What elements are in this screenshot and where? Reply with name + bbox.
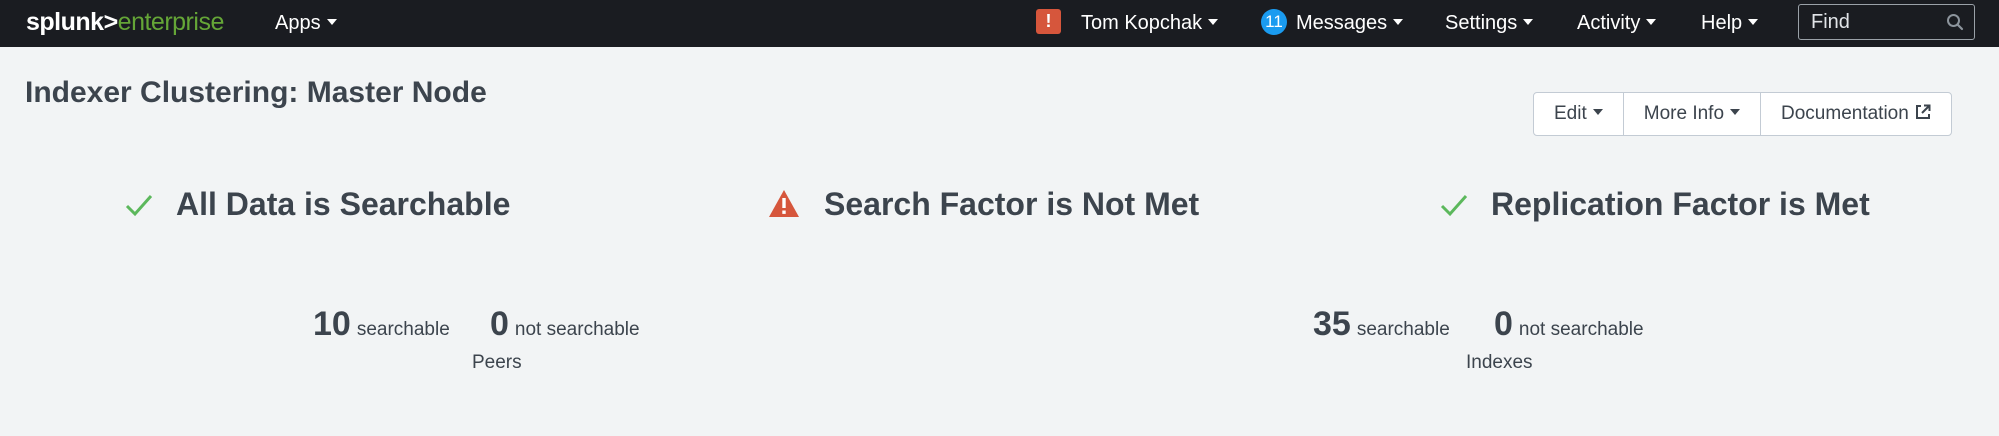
user-menu[interactable]: Tom Kopchak	[1081, 12, 1219, 35]
logo-splunk: splunk>	[26, 8, 118, 36]
find-box	[1798, 4, 1975, 40]
status-data-searchable-label: All Data is Searchable	[176, 186, 511, 222]
search-icon[interactable]	[1946, 13, 1964, 31]
status-search-factor: Search Factor is Not Met	[769, 186, 1200, 223]
user-menu-label: Tom Kopchak	[1081, 12, 1203, 34]
edit-button[interactable]: Edit	[1534, 93, 1624, 135]
apps-menu-label: Apps	[275, 12, 321, 34]
caret-down-icon	[1592, 109, 1603, 115]
peers-searchable: 10 searchable	[313, 305, 450, 344]
messages-count-badge[interactable]: 11	[1261, 9, 1287, 35]
checkmark-icon	[1440, 195, 1468, 217]
more-info-button[interactable]: More Info	[1624, 93, 1762, 135]
caret-down-icon	[1523, 19, 1534, 25]
indexes-searchable-label: searchable	[1356, 319, 1450, 340]
external-link-icon	[1915, 104, 1931, 119]
warning-icon	[769, 190, 799, 217]
indexes-searchable: 35 searchable	[1313, 305, 1450, 344]
status-replication-factor-label: Replication Factor is Met	[1491, 186, 1870, 222]
indexes-not-searchable-count: 0	[1494, 305, 1513, 343]
indexes-searchable-count: 35	[1313, 305, 1351, 343]
logo-enterprise: enterprise	[117, 8, 225, 36]
documentation-button[interactable]: Documentation	[1761, 93, 1951, 135]
splunk-logo[interactable]: splunk>enterprise	[26, 8, 224, 37]
activity-menu[interactable]: Activity	[1577, 12, 1657, 35]
caret-down-icon	[1393, 19, 1404, 25]
edit-button-label: Edit	[1554, 103, 1587, 124]
indexes-not-searchable: 0 not searchable	[1494, 305, 1644, 344]
top-navigation-bar: splunk>enterprise Apps ! Tom Kopchak 11 …	[0, 0, 1999, 47]
apps-menu[interactable]: Apps	[275, 12, 337, 35]
messages-menu-label: Messages	[1296, 12, 1388, 34]
messages-menu[interactable]: Messages	[1296, 12, 1404, 35]
indexes-not-searchable-label: not searchable	[1518, 319, 1644, 340]
status-replication-factor: Replication Factor is Met	[1440, 186, 1870, 223]
checkmark-icon	[125, 195, 153, 217]
caret-down-icon	[326, 19, 337, 25]
peers-searchable-label: searchable	[356, 319, 450, 340]
indexes-caption: Indexes	[1466, 352, 1533, 373]
settings-menu[interactable]: Settings	[1445, 12, 1534, 35]
peers-caption: Peers	[472, 352, 522, 373]
caret-down-icon	[1730, 109, 1741, 115]
peers-not-searchable: 0 not searchable	[490, 305, 640, 344]
page-actions: Edit More Info Documentation	[1533, 92, 1952, 136]
caret-down-icon	[1208, 19, 1219, 25]
peers-not-searchable-label: not searchable	[514, 319, 640, 340]
documentation-button-label: Documentation	[1781, 103, 1909, 124]
help-menu[interactable]: Help	[1701, 12, 1759, 35]
settings-menu-label: Settings	[1445, 12, 1518, 34]
activity-menu-label: Activity	[1577, 12, 1641, 34]
status-data-searchable: All Data is Searchable	[125, 186, 511, 223]
peers-searchable-count: 10	[313, 305, 351, 343]
caret-down-icon	[1646, 19, 1657, 25]
status-search-factor-label: Search Factor is Not Met	[824, 186, 1200, 222]
more-info-button-label: More Info	[1643, 103, 1725, 124]
peers-not-searchable-count: 0	[490, 305, 509, 343]
help-menu-label: Help	[1701, 12, 1743, 34]
alert-badge[interactable]: !	[1036, 9, 1061, 34]
page-title: Indexer Clustering: Master Node	[25, 76, 487, 109]
caret-down-icon	[1748, 19, 1759, 25]
find-input[interactable]	[1809, 8, 1943, 36]
